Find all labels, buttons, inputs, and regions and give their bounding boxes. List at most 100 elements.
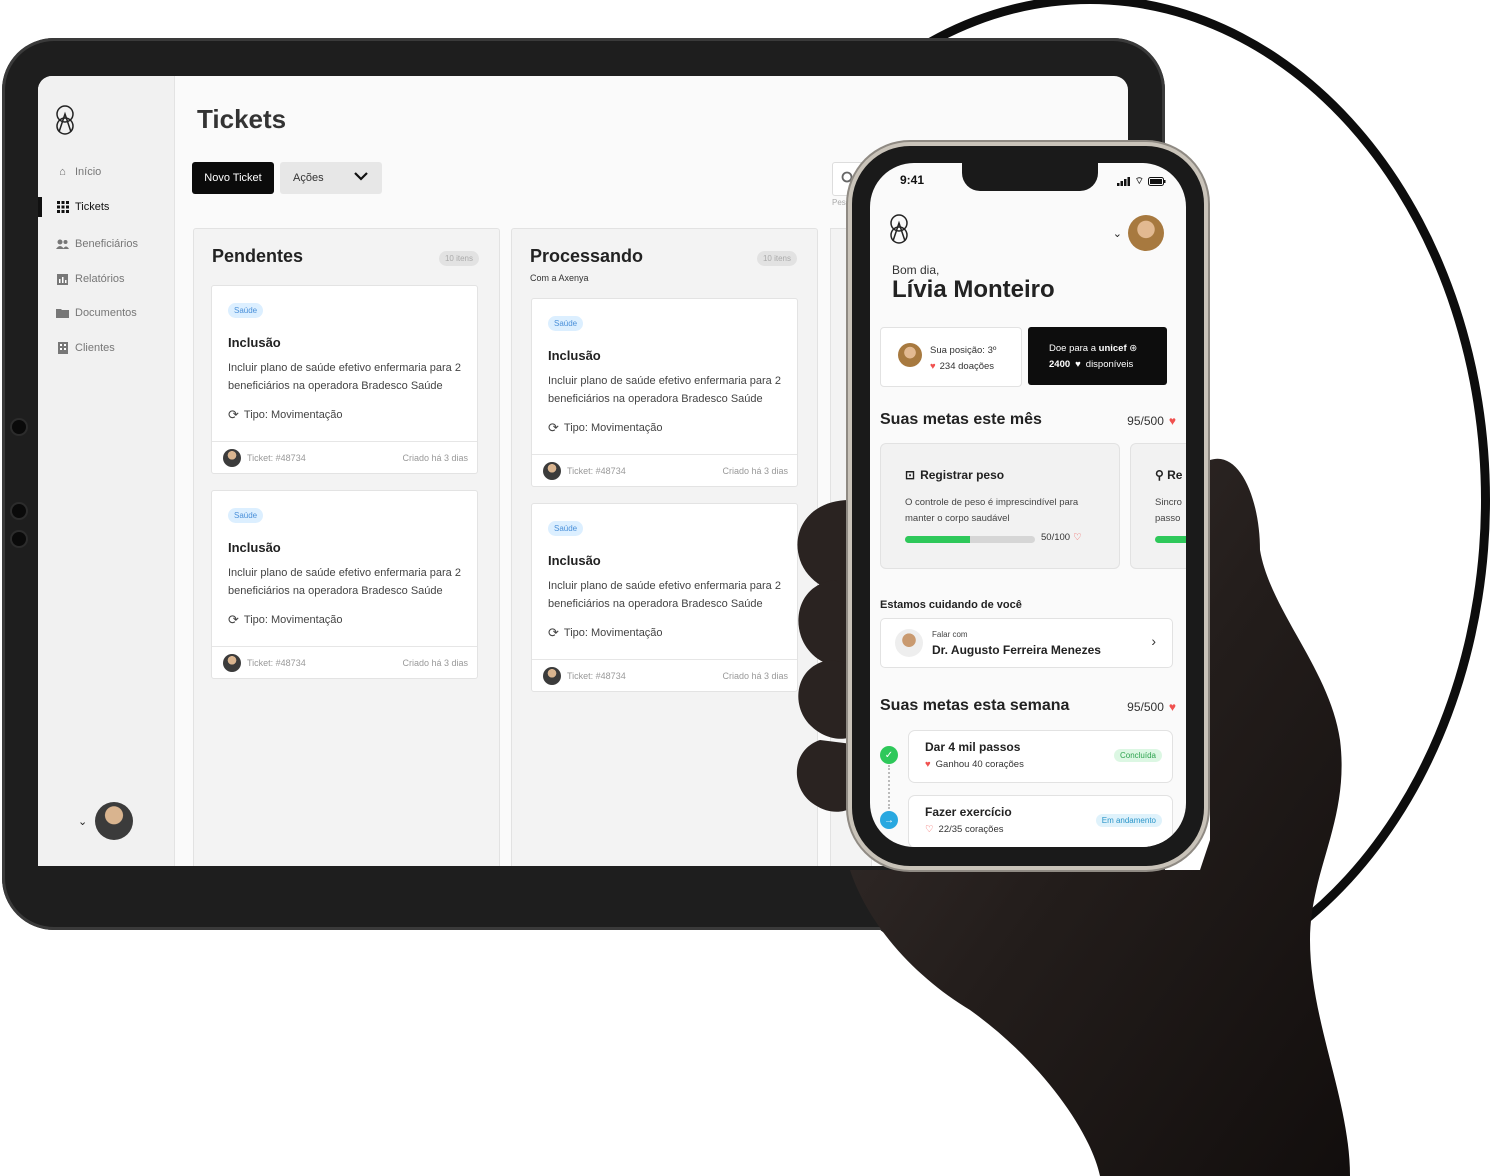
- week-goal-item[interactable]: Fazer exercício ♡ 22/35 corações Em andam…: [908, 795, 1173, 847]
- ticket-card[interactable]: Saúde Inclusão Incluir plano de saúde ef…: [531, 503, 798, 692]
- home-icon: ⌂: [59, 166, 66, 178]
- refresh-icon: ⟳: [228, 407, 239, 422]
- sidebar-item-beneficiarios[interactable]: Beneficiários: [38, 233, 174, 255]
- kanban-column-pendentes: Pendentes 10 itens Saúde Inclusão Inclui…: [193, 228, 500, 866]
- search-icon: [841, 171, 855, 185]
- column-subtitle: Com a Axenya: [530, 273, 589, 283]
- new-ticket-button[interactable]: Novo Ticket: [192, 162, 274, 194]
- heart-icon: ♥: [930, 361, 936, 372]
- user-menu[interactable]: ⌄: [78, 802, 134, 840]
- card-description: Incluir plano de saúde efetivo enfermari…: [228, 362, 461, 392]
- column-count-badge: 10 itens: [756, 251, 797, 266]
- category-badge: Saúde: [228, 303, 264, 318]
- battery-icon: [1148, 177, 1166, 186]
- avatar: [543, 461, 561, 480]
- card-type-label: Tipo: Movimentação: [243, 614, 343, 626]
- goal-value-row: 50/100 ♡: [1041, 532, 1082, 543]
- sidebar-item-documentos[interactable]: Documentos: [38, 302, 174, 324]
- ticket-id: Ticket: #48734: [247, 657, 306, 668]
- users-icon: [56, 238, 69, 251]
- goal-progress-bar: [905, 536, 1035, 543]
- phone-device: 9:41 ⌔ ⌄ Bom dia, Lívia Monteiro Sua pos…: [852, 146, 1204, 866]
- building-icon: [56, 342, 69, 355]
- donate-card[interactable]: Doe para a unicef ⊛ 2400 ♥ disponíveis: [1028, 327, 1167, 385]
- sidebar-item-clientes[interactable]: Clientes: [38, 337, 174, 359]
- talk-to-doctor-button[interactable]: Falar com Dr. Augusto Ferreira Menezes ›: [880, 618, 1173, 668]
- user-menu[interactable]: ⌄: [1113, 215, 1164, 251]
- greeting: Bom dia,: [892, 263, 940, 277]
- card-title: Inclusão: [548, 553, 601, 568]
- status-time: 9:41: [900, 173, 925, 187]
- week-goal-title: Dar 4 mil passos: [925, 740, 1021, 754]
- walking-icon: ⚲: [1155, 468, 1164, 482]
- column-count-badge: 10 itens: [438, 251, 479, 266]
- ranking-position: Sua posição: 3º: [930, 345, 997, 356]
- user-name: Lívia Monteiro: [892, 276, 1055, 303]
- card-description: Incluir plano de saúde efetivo enfermari…: [548, 580, 781, 610]
- card-footer: Ticket: #48734 Criado há 3 dias: [532, 454, 797, 486]
- created-time: Criado há 3 dias: [722, 670, 788, 681]
- month-goals-title: Suas metas este mês: [880, 411, 1042, 428]
- sidebar-item-relatorios[interactable]: Relatórios: [38, 268, 174, 290]
- card-type-label: Tipo: Movimentação: [563, 627, 663, 639]
- created-time: Criado há 3 dias: [402, 452, 468, 463]
- ticket-card[interactable]: Saúde Inclusão Incluir plano de saúde ef…: [211, 490, 478, 679]
- card-type: ⟳ Tipo: Movimentação: [228, 407, 343, 423]
- refresh-icon: ⟳: [548, 625, 559, 640]
- chevron-down-icon: ⌄: [1112, 227, 1122, 240]
- chart-icon: [56, 273, 69, 286]
- avatar: [223, 653, 241, 672]
- ranking-card[interactable]: Sua posição: 3º ♥ 234 doações: [880, 327, 1022, 387]
- card-title: Inclusão: [548, 348, 601, 363]
- status-badge: Em andamento: [1095, 814, 1162, 827]
- heart-icon: ♥: [1168, 700, 1176, 714]
- chevron-right-icon: ›: [1151, 633, 1156, 649]
- category-badge: Saúde: [548, 521, 584, 536]
- search-hint: Pesq: [832, 198, 851, 207]
- week-goal-item[interactable]: Dar 4 mil passos ♥ Ganhou 40 corações Con…: [908, 730, 1173, 783]
- category-badge: Saúde: [228, 508, 264, 523]
- app-logo-icon: [56, 105, 74, 135]
- goal-title-row: ⚲ Re: [1155, 468, 1182, 482]
- timeline-connector: [888, 765, 890, 809]
- card-description: Incluir plano de saúde efetivo enfermari…: [548, 375, 781, 405]
- actions-dropdown[interactable]: Ações: [280, 162, 382, 194]
- tablet-camera: [12, 504, 26, 518]
- check-icon: ✓: [880, 746, 898, 764]
- donate-label: Doe para a: [1049, 343, 1097, 354]
- chevron-down-icon: ⌄: [78, 815, 88, 828]
- heart-outline-icon: ♡: [925, 824, 934, 835]
- kanban-column-processando: Processando Com a Axenya 10 itens Saúde …: [511, 228, 818, 866]
- card-title: Inclusão: [228, 335, 281, 350]
- avatar: [898, 343, 922, 367]
- ticket-card[interactable]: Saúde Inclusão Incluir plano de saúde ef…: [531, 298, 798, 487]
- week-goals-score: 95/500 ♥: [1127, 700, 1176, 714]
- goal-card[interactable]: ⊡ Registrar peso O controle de peso é imp…: [880, 443, 1120, 569]
- chevron-down-icon: [354, 172, 368, 181]
- week-goal-reward: ♥ Ganhou 40 corações: [925, 759, 1024, 770]
- goal-progress-fill: [905, 536, 970, 543]
- avatar: [895, 629, 923, 657]
- score-value: 95/500: [1127, 414, 1164, 428]
- refresh-icon: ⟳: [228, 612, 239, 627]
- card-footer: Ticket: #48734 Criado há 3 dias: [532, 659, 797, 691]
- tablet-camera: [12, 532, 26, 546]
- ticket-card[interactable]: Saúde Inclusão Incluir plano de saúde ef…: [211, 285, 478, 474]
- heart-icon: ♥: [925, 759, 931, 770]
- status-icons: ⌔: [1116, 175, 1166, 188]
- avatar: [543, 666, 561, 685]
- status-badge: Concluída: [1113, 749, 1162, 762]
- donate-available: disponíveis: [1085, 359, 1134, 370]
- sidebar-item-tickets[interactable]: Tickets: [38, 196, 174, 218]
- phone-notch: [962, 163, 1098, 191]
- sidebar-item-inicio[interactable]: ⌂ Início: [38, 161, 174, 183]
- created-time: Criado há 3 dias: [402, 657, 468, 668]
- donate-title: Doe para a unicef ⊛: [1049, 343, 1137, 354]
- heart-outline-icon: ♡: [1073, 532, 1082, 543]
- category-badge: Saúde: [548, 316, 584, 331]
- globe-icon: ⊛: [1129, 343, 1138, 354]
- goal-description: O controle de peso é imprescindível para…: [905, 497, 1079, 524]
- care-title: Estamos cuidando de você: [880, 599, 1022, 611]
- goal-card[interactable]: ⚲ Re Sincro passo: [1130, 443, 1186, 569]
- donate-amount-row: 2400 ♥ disponíveis: [1049, 359, 1133, 370]
